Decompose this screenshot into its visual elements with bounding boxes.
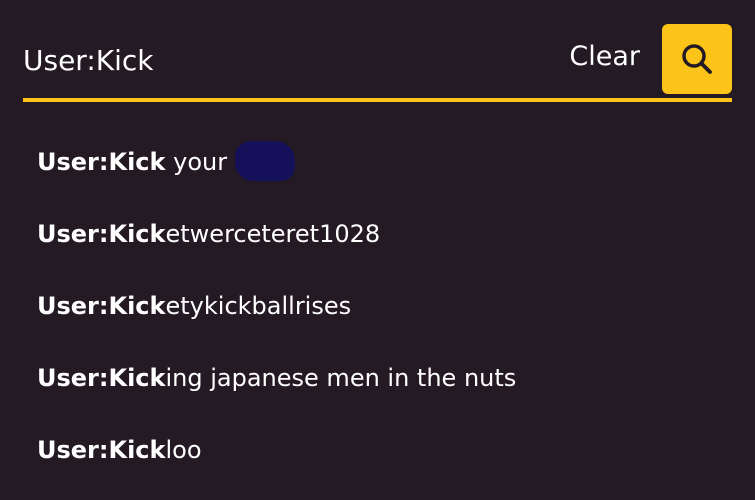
search-bar: Clear [23,22,732,98]
suggestion-item[interactable]: User:Kicketykickballrises [37,284,516,356]
suggestion-item[interactable]: User:Kicking japanese men in the nuts [37,356,516,428]
search-button[interactable] [662,24,732,94]
search-input[interactable] [23,40,523,80]
suggestion-rest: your [165,148,228,176]
suggestion-rest: ing japanese men in the nuts [165,364,517,392]
clear-button[interactable]: Clear [569,41,640,72]
suggestion-match: User:Kick [37,220,166,248]
suggestion-item[interactable]: User:Kicketwerceteret1028 [37,212,516,284]
suggestion-match: User:Kick [37,148,166,176]
suggestion-item[interactable]: User:Kickloo [37,428,516,500]
suggestion-rest: etykickballrises [165,292,352,320]
search-icon [682,44,712,74]
search-underline [23,98,732,102]
suggestion-item[interactable]: User:Kick your [37,140,516,212]
redaction-mark [235,141,296,181]
suggestion-rest: etwerceteret1028 [165,220,381,248]
suggestion-list: User:Kick your User:Kicketwerceteret1028… [37,140,516,500]
suggestion-match: User:Kick [37,292,166,320]
suggestion-match: User:Kick [37,364,166,392]
suggestion-rest: loo [165,436,202,464]
suggestion-match: User:Kick [37,436,166,464]
